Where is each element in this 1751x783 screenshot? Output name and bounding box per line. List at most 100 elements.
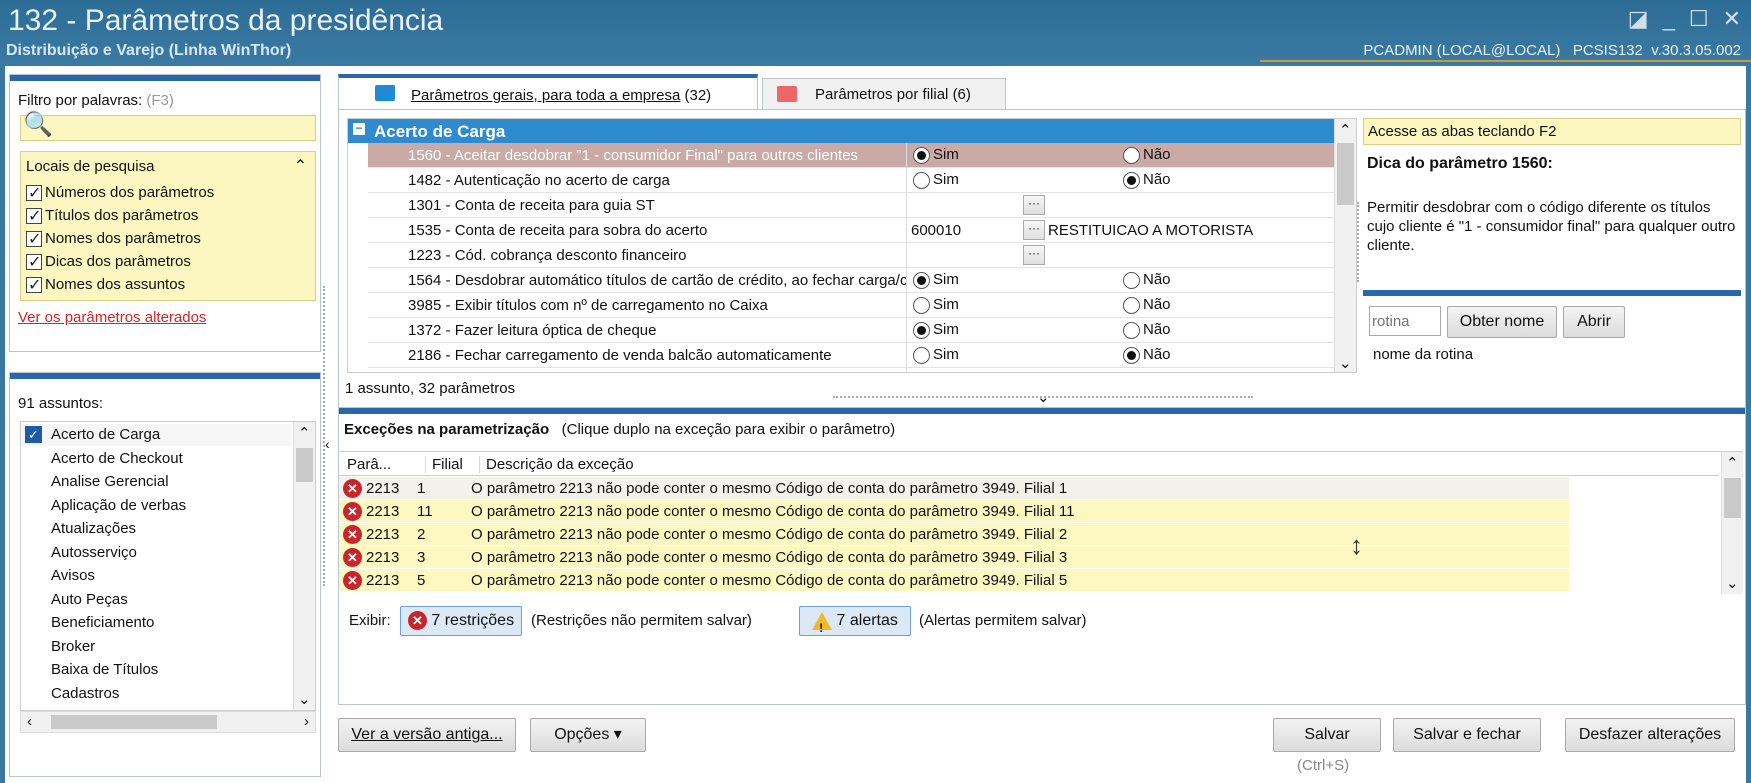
param-row[interactable]: 1223 - Cód. cobrança desconto financeiro… xyxy=(368,243,1338,268)
radio-icon[interactable] xyxy=(913,296,930,314)
scroll-up-icon[interactable]: ⌃ xyxy=(1726,454,1739,472)
param-row[interactable]: 2186 - Fechar carregamento de venda balc… xyxy=(368,343,1338,368)
col-param[interactable]: Parâ... xyxy=(347,456,391,473)
undo-button[interactable]: Desfazer alterações xyxy=(1565,718,1735,752)
subject-item[interactable]: Auto Peças xyxy=(21,589,291,611)
collapse-group-icon[interactable]: − xyxy=(353,122,365,135)
search-location-check[interactable]: Títulos dos parâmetros xyxy=(26,206,198,226)
option-sim[interactable]: Sim xyxy=(913,146,959,164)
checkbox-icon[interactable] xyxy=(26,252,42,272)
lookup-button[interactable]: ··· xyxy=(1023,220,1045,240)
checkbox-icon[interactable] xyxy=(26,275,42,295)
radio-icon[interactable] xyxy=(1123,171,1140,189)
tip-splitter[interactable] xyxy=(1357,202,1363,282)
param-code[interactable]: 600010 xyxy=(911,222,961,239)
exception-row[interactable]: ✕ 2213 3 O parâmetro 2213 não pode conter o… xyxy=(339,546,1569,569)
radio-icon[interactable] xyxy=(913,321,930,339)
subject-item[interactable]: ✓ Acerto de Carga xyxy=(21,424,291,446)
subject-item[interactable]: Baixa de Títulos xyxy=(21,659,291,681)
maximize-icon[interactable]: ☐ xyxy=(1689,6,1709,32)
subject-item[interactable]: Aplicação de verbas xyxy=(21,495,291,517)
search-location-check[interactable]: Nomes dos assuntos xyxy=(26,275,185,295)
close-icon[interactable]: ✕ xyxy=(1723,6,1741,32)
radio-icon[interactable] xyxy=(1123,371,1140,372)
alerts-button[interactable]: ! 7 alertas xyxy=(799,606,911,636)
option-sim[interactable]: Sim xyxy=(913,321,959,339)
scroll-right-icon[interactable]: › xyxy=(304,713,309,730)
exception-row[interactable]: ✕ 2213 5 O parâmetro 2213 não pode conter o… xyxy=(339,569,1569,592)
collapse-down-icon[interactable]: ⌄ xyxy=(1037,388,1050,406)
scroll-thumb[interactable] xyxy=(296,448,313,482)
restore-icon[interactable]: ◪ xyxy=(1628,6,1649,32)
changed-params-link[interactable]: Ver os parâmetros alterados xyxy=(18,309,206,326)
scroll-down-icon[interactable]: ⌄ xyxy=(1339,354,1352,372)
param-row[interactable]: 1482 - Autenticação no acerto de carga Si… xyxy=(368,168,1338,193)
exception-row[interactable]: ✕ 2213 1 O parâmetro 2213 não pode conter o… xyxy=(339,477,1569,500)
option-nao[interactable]: Não xyxy=(1123,296,1171,314)
subjects-hscrollbar[interactable]: ‹ › xyxy=(20,711,316,733)
checkbox-icon[interactable] xyxy=(26,229,42,249)
lookup-button[interactable]: ··· xyxy=(1023,195,1045,215)
subject-item[interactable]: Acerto de Checkout xyxy=(21,448,291,470)
save-button[interactable]: Salvar xyxy=(1273,718,1381,752)
subject-item[interactable]: Broker xyxy=(21,636,291,658)
subjects-scrollbar[interactable]: ⌃ ⌄ xyxy=(293,422,315,710)
radio-icon[interactable] xyxy=(1123,146,1140,164)
option-sim[interactable]: Sim xyxy=(913,296,959,314)
collapse-left-icon[interactable]: ‹ xyxy=(325,436,330,452)
search-location-check[interactable]: Nomes dos parâmetros xyxy=(26,229,201,249)
param-row[interactable]: 1564 - Desdobrar automático títulos de c… xyxy=(368,268,1338,293)
checkbox-icon[interactable] xyxy=(26,206,42,226)
restrictions-button[interactable]: ✕ 7 restrições xyxy=(400,606,522,636)
option-nao[interactable]: Não xyxy=(1123,371,1171,372)
radio-icon[interactable] xyxy=(1123,346,1140,364)
radio-icon[interactable] xyxy=(1123,271,1140,289)
option-nao[interactable]: Não xyxy=(1123,346,1171,364)
subject-item[interactable]: Cadastros xyxy=(21,683,291,705)
subject-item[interactable]: Autosserviço xyxy=(21,542,291,564)
open-button[interactable]: Abrir xyxy=(1563,306,1625,338)
param-row[interactable]: 1535 - Conta de receita para sobra do ac… xyxy=(368,218,1338,243)
radio-icon[interactable] xyxy=(913,271,930,289)
collapse-icon[interactable]: ⌃ xyxy=(294,156,307,176)
radio-icon[interactable] xyxy=(913,146,930,164)
radio-icon[interactable] xyxy=(913,371,930,372)
group-header[interactable]: − Acerto de Carga xyxy=(348,119,1338,143)
get-name-button[interactable]: Obter nome xyxy=(1447,306,1557,338)
search-location-check[interactable]: Dicas dos parâmetros xyxy=(26,252,191,272)
option-sim[interactable]: Sim xyxy=(913,346,959,364)
lookup-button[interactable]: ··· xyxy=(1023,245,1045,265)
middle-splitter[interactable]: ⌄ xyxy=(833,389,1253,406)
params-scrollbar[interactable]: ⌃ ⌄ xyxy=(1334,119,1356,372)
option-sim[interactable]: Sim xyxy=(913,371,959,372)
save-close-button[interactable]: Salvar e fechar xyxy=(1393,718,1541,752)
option-nao[interactable]: Não xyxy=(1123,271,1171,289)
old-version-button[interactable]: Ver a versão antiga... xyxy=(338,718,516,752)
option-nao[interactable]: Não xyxy=(1123,171,1171,189)
option-nao[interactable]: Não xyxy=(1123,321,1171,339)
search-location-check[interactable]: Números dos parâmetros xyxy=(26,183,214,203)
left-splitter[interactable]: ‹ xyxy=(323,286,331,586)
tab-per-branch[interactable]: Parâmetros por filial (6) xyxy=(762,78,1006,110)
scroll-up-icon[interactable]: ⌃ xyxy=(298,424,311,442)
col-description[interactable]: Descrição da exceção xyxy=(479,456,634,473)
subject-item[interactable]: Atualizações xyxy=(21,518,291,540)
scroll-thumb[interactable] xyxy=(1724,478,1741,518)
radio-icon[interactable] xyxy=(913,346,930,364)
param-row[interactable]: 1301 - Conta de receita para guia ST ··· xyxy=(368,193,1338,218)
checkbox-icon[interactable] xyxy=(26,183,42,203)
param-row[interactable]: 3985 - Exibir títulos com nº de carregam… xyxy=(368,293,1338,318)
option-sim[interactable]: Sim xyxy=(913,271,959,289)
radio-icon[interactable] xyxy=(1123,296,1140,314)
radio-icon[interactable] xyxy=(1123,321,1140,339)
scroll-left-icon[interactable]: ‹ xyxy=(27,713,32,730)
subject-item[interactable]: Avisos xyxy=(21,565,291,587)
routine-input[interactable] xyxy=(1369,306,1441,336)
subject-item[interactable]: Analise Gerencial xyxy=(21,471,291,493)
option-nao[interactable]: Não xyxy=(1123,146,1171,164)
scroll-down-icon[interactable]: ⌄ xyxy=(1726,574,1739,592)
exception-row[interactable]: ✕ 2213 11 O parâmetro 2213 não pode conter … xyxy=(339,500,1569,523)
col-branch[interactable]: Filial xyxy=(425,456,463,473)
options-button[interactable]: Opções ▾ xyxy=(530,718,646,752)
minimize-icon[interactable]: _ xyxy=(1663,6,1675,32)
